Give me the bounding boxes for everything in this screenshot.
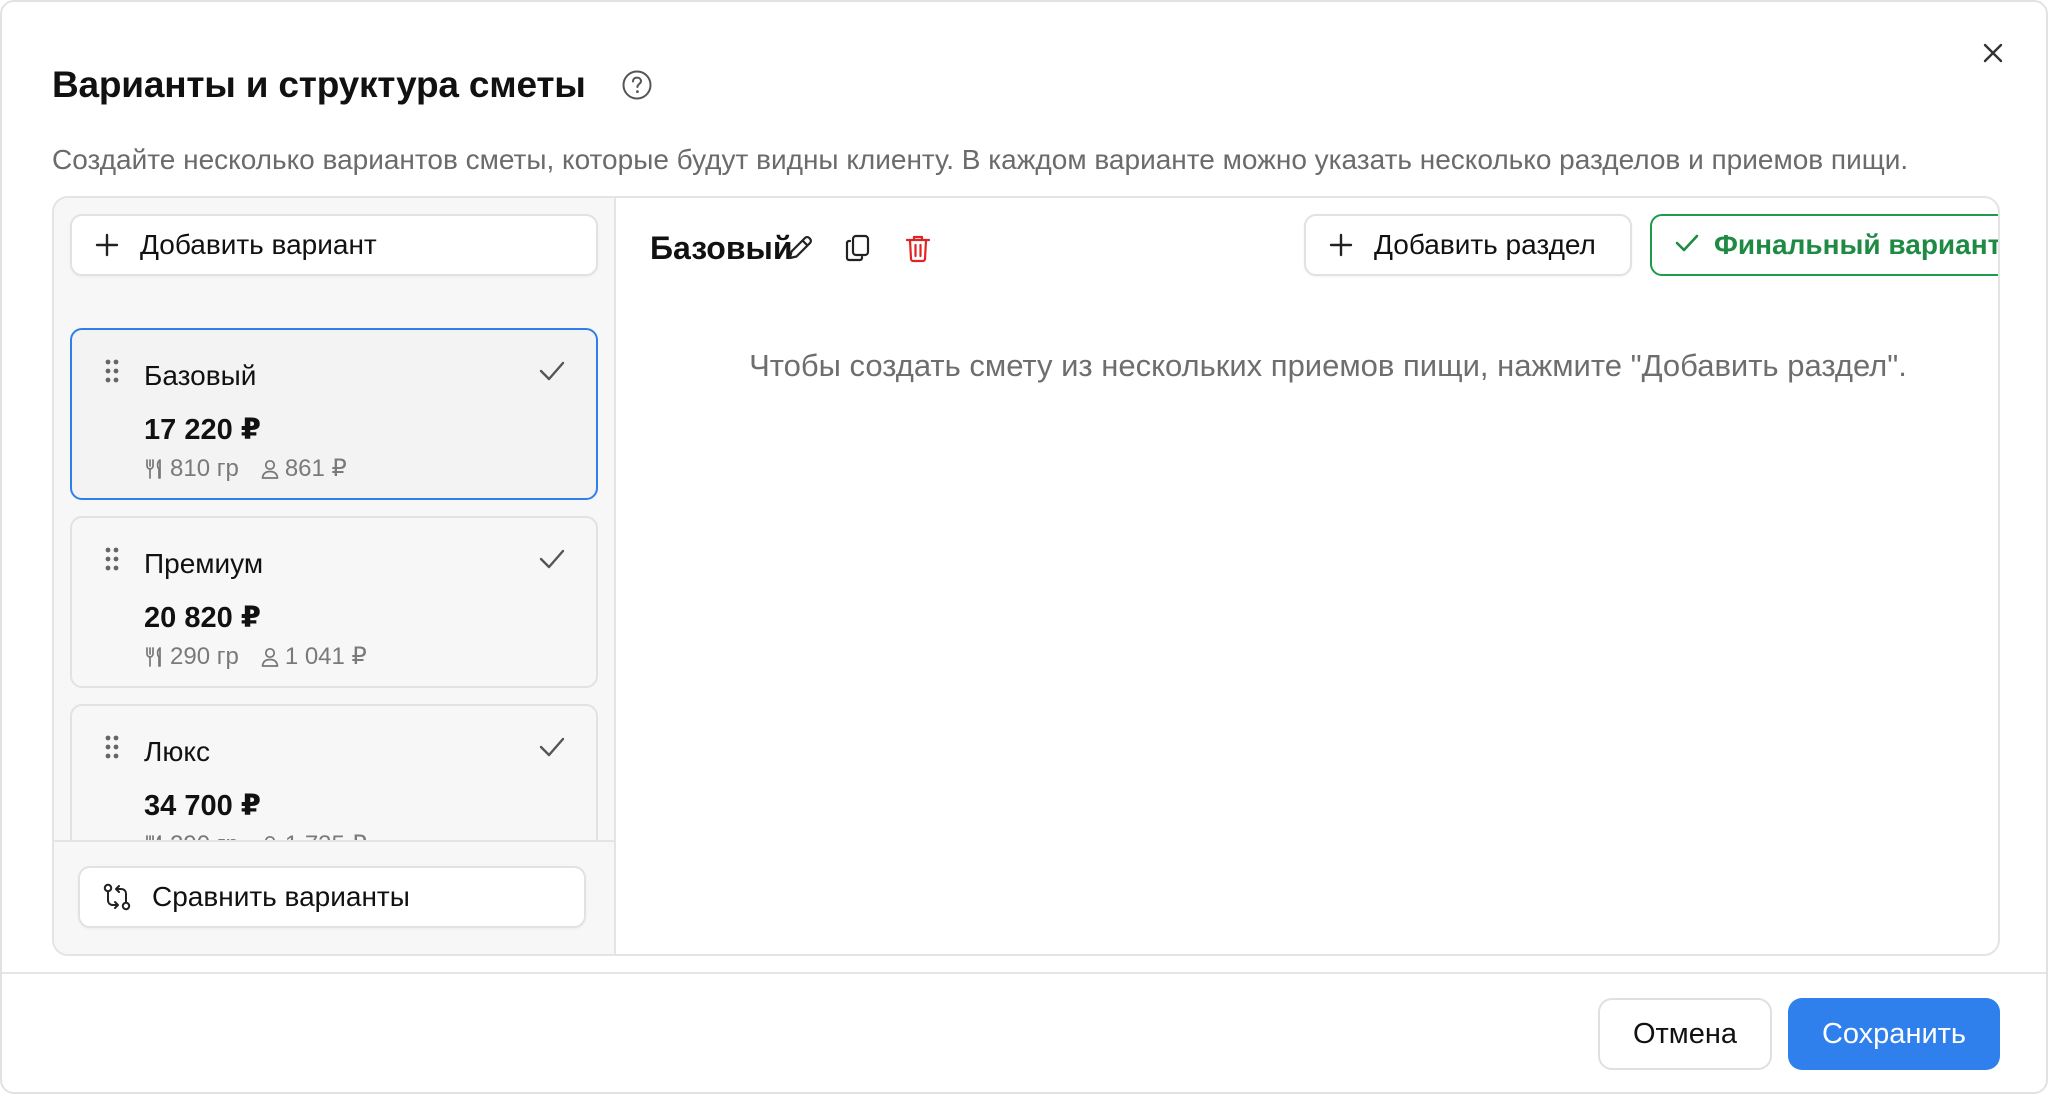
drag-handle-icon[interactable] bbox=[104, 546, 120, 577]
variant-meta: 290 гр 1 041 ₽ bbox=[144, 642, 367, 671]
help-button[interactable] bbox=[620, 68, 654, 102]
check-icon bbox=[538, 736, 566, 763]
variant-name: Премиум bbox=[144, 548, 264, 579]
variant-weight: 290 гр bbox=[170, 642, 239, 670]
pencil-icon bbox=[788, 236, 812, 260]
variant-list: Базовый 17 220 ₽ 810 гр 861 ₽ Премиум 20… bbox=[54, 312, 614, 840]
sidebar-footer: Сравнить варианты bbox=[54, 840, 614, 954]
empty-state-message: Чтобы создать смету из нескольких приемо… bbox=[749, 348, 1907, 383]
final-variant-button[interactable]: Финальный вариант bbox=[1650, 214, 2000, 276]
check-icon bbox=[1674, 229, 1700, 261]
add-variant-label: Добавить вариант bbox=[140, 229, 377, 260]
final-variant-label: Финальный вариант bbox=[1714, 229, 2000, 260]
variant-name: Базовый bbox=[144, 360, 257, 391]
check-icon bbox=[538, 548, 566, 575]
close-icon bbox=[1983, 43, 2003, 63]
cutlery-icon bbox=[144, 458, 166, 480]
variant-name: Люкс bbox=[144, 736, 210, 767]
variant-meta: 810 гр 861 ₽ bbox=[144, 454, 347, 483]
variant-weight: 290 гр bbox=[170, 831, 239, 841]
compare-variants-button[interactable]: Сравнить варианты bbox=[78, 866, 586, 928]
variant-price: 17 220 ₽ bbox=[144, 414, 261, 446]
person-icon bbox=[259, 458, 281, 480]
dialog-subtitle: Создайте несколько вариантов сметы, кото… bbox=[52, 144, 1909, 175]
plus-icon bbox=[94, 232, 120, 258]
drag-handle-icon[interactable] bbox=[104, 734, 120, 765]
copy-icon bbox=[845, 234, 870, 262]
variants-sidebar: Добавить вариант Базовый 17 220 ₽ 810 гр… bbox=[54, 198, 616, 954]
variants-panel: Добавить вариант Базовый 17 220 ₽ 810 гр… bbox=[52, 196, 2000, 956]
add-section-label: Добавить раздел bbox=[1374, 229, 1596, 260]
footer-divider bbox=[2, 972, 2046, 974]
add-variant-button[interactable]: Добавить вариант bbox=[70, 214, 598, 276]
add-section-button[interactable]: Добавить раздел bbox=[1304, 214, 1632, 276]
dialog-header: Варианты и структура сметы bbox=[52, 64, 654, 106]
compare-variants-label: Сравнить варианты bbox=[152, 881, 410, 912]
close-button[interactable] bbox=[1976, 36, 2010, 70]
cancel-button[interactable]: Отмена bbox=[1598, 998, 1772, 1070]
check-icon bbox=[538, 360, 566, 387]
variants-dialog: Варианты и структура сметы Создайте неск… bbox=[0, 0, 2048, 1094]
variant-card-basic[interactable]: Базовый 17 220 ₽ 810 гр 861 ₽ bbox=[70, 328, 598, 500]
variant-meta: 290 гр 1 735 ₽ bbox=[144, 830, 367, 840]
compare-icon bbox=[102, 882, 132, 912]
variant-per-person: 861 ₽ bbox=[284, 455, 347, 482]
dialog-title: Варианты и структура сметы bbox=[52, 64, 586, 105]
variant-per-person: 1 041 ₽ bbox=[284, 643, 367, 670]
variant-price: 34 700 ₽ bbox=[144, 790, 261, 822]
save-button[interactable]: Сохранить bbox=[1788, 998, 2000, 1070]
variant-title: Базовый bbox=[650, 230, 793, 266]
delete-variant-button[interactable] bbox=[898, 228, 938, 268]
drag-handle-icon[interactable] bbox=[104, 358, 120, 389]
person-icon bbox=[259, 646, 281, 668]
cutlery-icon bbox=[144, 646, 166, 668]
variant-card-lux[interactable]: Люкс 34 700 ₽ 290 гр 1 73 bbox=[70, 704, 598, 840]
duplicate-variant-button[interactable] bbox=[838, 228, 878, 268]
variant-editor: Базовый Добавить раздел Финальный вариан… bbox=[616, 198, 2000, 954]
variant-card-premium[interactable]: Премиум 20 820 ₽ 290 гр 1 041 ₽ bbox=[70, 516, 598, 688]
variant-weight: 810 гр bbox=[170, 454, 239, 482]
rename-variant-button[interactable] bbox=[780, 228, 820, 268]
variant-per-person: 1 735 ₽ bbox=[285, 830, 367, 840]
trash-icon bbox=[905, 235, 931, 263]
help-icon bbox=[622, 70, 652, 100]
plus-icon bbox=[1328, 232, 1354, 258]
variant-price: 20 820 ₽ bbox=[144, 602, 261, 634]
